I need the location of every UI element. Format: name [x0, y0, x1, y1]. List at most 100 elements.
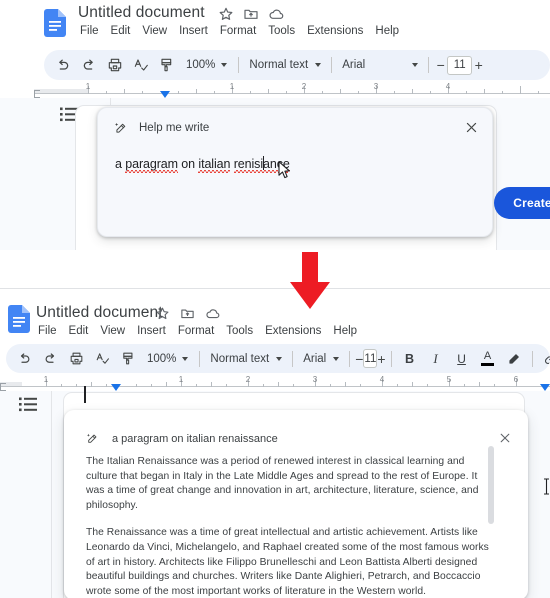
- paragraph-style-control[interactable]: Normal text: [244, 59, 326, 71]
- italic-button[interactable]: I: [423, 346, 449, 372]
- create-button[interactable]: Create: [494, 187, 550, 219]
- font-size-decrease-button[interactable]: −: [434, 57, 447, 73]
- chevron-down-icon: [221, 63, 228, 67]
- cloud-saved-icon[interactable]: [205, 306, 221, 322]
- spellcheck-icon[interactable]: [128, 52, 154, 78]
- menu-edit[interactable]: Edit: [105, 24, 137, 38]
- menu-help[interactable]: Help: [369, 24, 405, 38]
- highlight-pen-icon[interactable]: [501, 346, 527, 372]
- ruler-bottom[interactable]: 1 1 2 3 4 5 6: [0, 373, 550, 391]
- paragraph-style-value: Normal text: [249, 59, 309, 71]
- title-action-icons: [155, 306, 221, 322]
- ruler-number: 6: [513, 375, 519, 384]
- chevron-down-icon: [182, 356, 189, 361]
- text-color-swatch: [481, 363, 495, 366]
- font-size-increase-button[interactable]: +: [377, 351, 385, 367]
- print-icon[interactable]: [102, 52, 128, 78]
- font-size-input[interactable]: 11: [447, 55, 473, 75]
- menu-extensions[interactable]: Extensions: [301, 24, 369, 38]
- document-outline-icon[interactable]: [18, 396, 40, 414]
- prompt-input[interactable]: a paragram on italian renisiance: [115, 156, 290, 171]
- toolbar-divider: [349, 350, 351, 367]
- menu-file[interactable]: File: [32, 324, 63, 338]
- menu-format[interactable]: Format: [214, 24, 262, 38]
- generated-output-card[interactable]: a paragram on italian renaissance The It…: [64, 410, 528, 598]
- font-family-value: Arial: [303, 352, 327, 365]
- underline-button[interactable]: U: [449, 346, 475, 372]
- menu-help[interactable]: Help: [327, 324, 363, 338]
- prompt-mis3-pre: renisi: [233, 157, 264, 171]
- dialog-title: Help me write: [139, 122, 210, 134]
- font-size-input[interactable]: 11: [363, 349, 378, 368]
- menu-insert[interactable]: Insert: [173, 24, 214, 38]
- font-size-decrease-button[interactable]: −: [355, 351, 363, 367]
- ruler-top[interactable]: 1 1 2 3 4: [0, 80, 550, 98]
- menu-view[interactable]: View: [136, 24, 173, 38]
- toolbar-bottom: 100% Normal text Arial − 11 + B I U A: [6, 344, 550, 373]
- toolbar-divider: [390, 350, 392, 367]
- undo-icon[interactable]: [50, 52, 76, 78]
- magic-pencil-icon: [86, 432, 100, 446]
- document-title[interactable]: Untitled document: [78, 4, 205, 22]
- ruler-number: 1: [43, 375, 49, 384]
- menu-format[interactable]: Format: [172, 324, 220, 338]
- paragraph-style-value: Normal text: [210, 352, 270, 365]
- menu-extensions[interactable]: Extensions: [259, 324, 327, 338]
- redo-icon[interactable]: [37, 346, 63, 372]
- output-scrollbar-thumb[interactable]: [488, 446, 494, 524]
- star-icon[interactable]: [155, 306, 171, 322]
- font-size-increase-button[interactable]: +: [472, 57, 485, 73]
- chevron-down-icon: [412, 63, 419, 67]
- toolbar-divider: [238, 57, 240, 73]
- font-family-control[interactable]: Arial: [337, 59, 423, 71]
- down-arrow-annotation: [285, 252, 335, 315]
- output-title: a paragram on italian renaissance: [112, 433, 278, 445]
- generated-paragraph: The Italian Renaissance was a period of …: [86, 456, 479, 511]
- ruler-number: 2: [245, 375, 251, 384]
- undo-icon[interactable]: [11, 346, 37, 372]
- help-me-write-dialog[interactable]: Help me write a paragram on italian reni…: [97, 107, 550, 237]
- zoom-control[interactable]: 100%: [141, 353, 194, 365]
- link-icon[interactable]: [538, 346, 550, 372]
- menu-edit[interactable]: Edit: [63, 324, 95, 338]
- menu-tools[interactable]: Tools: [220, 324, 259, 338]
- menu-insert[interactable]: Insert: [131, 324, 172, 338]
- ruler-number: 3: [373, 82, 379, 91]
- print-icon[interactable]: [63, 346, 89, 372]
- spellcheck-icon[interactable]: [89, 346, 115, 372]
- menu-bar: File Edit View Insert Format Tools Exten…: [74, 24, 405, 38]
- move-to-folder-icon[interactable]: [243, 6, 259, 22]
- outline-divider: [51, 391, 52, 598]
- redo-icon[interactable]: [76, 52, 102, 78]
- paint-format-icon[interactable]: [115, 346, 141, 372]
- ruler-number: 1: [178, 375, 184, 384]
- star-icon[interactable]: [218, 6, 234, 22]
- toolbar-divider: [531, 350, 533, 367]
- chevron-down-icon: [333, 356, 340, 361]
- dialog-header: Help me write: [114, 121, 209, 135]
- screenshot-separator: [0, 288, 550, 289]
- bold-button[interactable]: B: [397, 346, 423, 372]
- text-color-button[interactable]: A: [475, 346, 501, 372]
- chevron-down-icon: [315, 63, 322, 67]
- menu-tools[interactable]: Tools: [262, 24, 301, 38]
- menu-file[interactable]: File: [74, 24, 105, 38]
- cloud-saved-icon[interactable]: [268, 6, 284, 22]
- toolbar-top: 100% Normal text Arial − 11 +: [44, 50, 550, 80]
- ruler-number: 1: [229, 82, 235, 91]
- toolbar-divider: [199, 350, 201, 367]
- paragraph-style-control[interactable]: Normal text: [205, 353, 287, 365]
- prompt-text-middle: on: [177, 157, 199, 171]
- text-color-letter: A: [483, 350, 492, 362]
- generated-text-body[interactable]: The Italian Renaissance was a period of …: [86, 455, 498, 598]
- paint-format-icon[interactable]: [154, 52, 180, 78]
- move-to-folder-icon[interactable]: [180, 306, 196, 322]
- document-text-cursor: [84, 386, 86, 403]
- menu-view[interactable]: View: [94, 324, 131, 338]
- close-icon[interactable]: [464, 120, 479, 135]
- font-family-control[interactable]: Arial: [298, 353, 344, 365]
- ruler-number: 4: [379, 375, 385, 384]
- close-icon[interactable]: [498, 431, 512, 445]
- document-title[interactable]: Untitled document: [36, 304, 163, 322]
- zoom-control[interactable]: 100%: [180, 59, 233, 71]
